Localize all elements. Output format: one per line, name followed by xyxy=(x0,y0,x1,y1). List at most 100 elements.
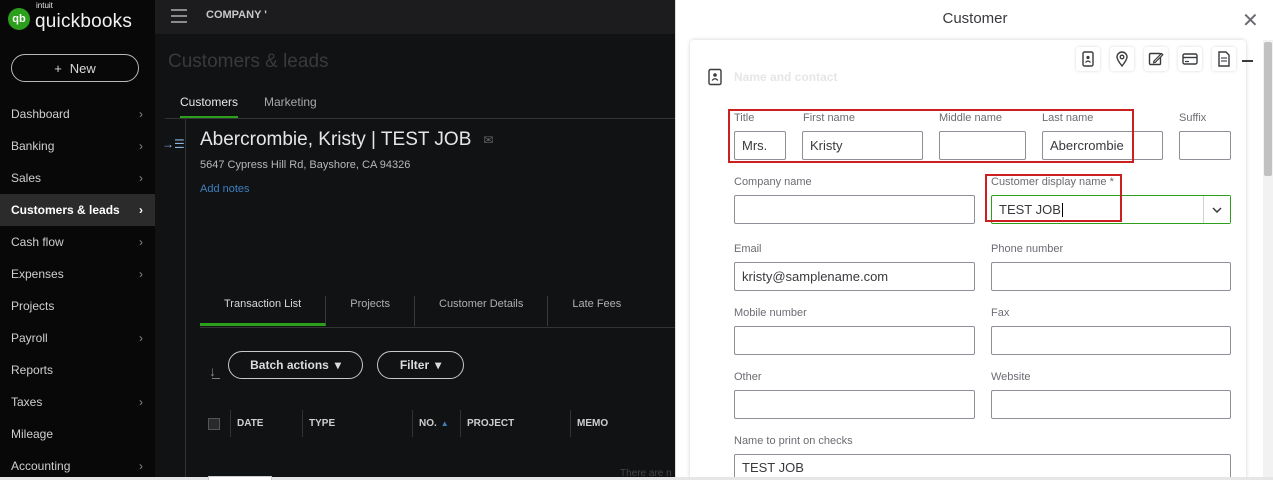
edit-note-icon[interactable] xyxy=(1144,47,1168,71)
column-memo[interactable]: MEMO xyxy=(570,410,670,437)
nav-item-label: Banking xyxy=(11,139,55,153)
expand-list-icon[interactable]: →☰ xyxy=(162,137,185,151)
nav-item-mileage[interactable]: Mileage xyxy=(0,418,155,450)
first-name-field[interactable]: Kristy xyxy=(802,131,923,160)
logo-intuit-text: intuit xyxy=(36,1,53,10)
nav-item-label: Sales xyxy=(11,171,42,185)
last-name-field[interactable]: Abercrombie xyxy=(1042,131,1163,160)
nav-item-label: Customers & leads xyxy=(11,203,120,217)
title-field[interactable]: Mrs. xyxy=(734,131,786,160)
nav-item-label: Projects xyxy=(11,299,55,313)
card-toolbar xyxy=(1076,47,1236,71)
suffix-label: Suffix xyxy=(1179,112,1207,124)
email-label: Email xyxy=(734,243,762,255)
scrollbar-thumb[interactable] xyxy=(1264,42,1272,176)
nav-item-customers-leads[interactable]: Customers & leads › xyxy=(0,194,155,226)
chevron-down-icon: ▾ xyxy=(435,358,442,372)
sort-arrow-icon[interactable]: ↓̲ xyxy=(209,363,216,379)
phone-field[interactable] xyxy=(991,262,1231,291)
company-name-label: Company name xyxy=(734,176,812,188)
tabs-divider xyxy=(165,118,675,119)
text-cursor xyxy=(1061,202,1063,217)
chevron-right-icon: › xyxy=(139,267,143,281)
bottom-tab xyxy=(208,476,272,480)
nav-item-expenses[interactable]: Expenses › xyxy=(0,258,155,290)
chevron-down-icon: ▾ xyxy=(334,358,341,372)
sort-ascending-icon: ▲ xyxy=(440,419,449,428)
suffix-field[interactable] xyxy=(1179,131,1231,160)
customer-detail-tabs: Transaction List Projects Customer Detai… xyxy=(200,296,645,326)
quickbooks-logo[interactable]: qb intuit quickbooks xyxy=(8,1,133,33)
display-name-field[interactable]: TEST JOB xyxy=(991,195,1231,224)
nav-item-dashboard[interactable]: Dashboard › xyxy=(0,98,155,130)
other-field[interactable] xyxy=(734,390,975,419)
website-field[interactable] xyxy=(991,390,1231,419)
chevron-right-icon: › xyxy=(139,203,143,217)
phone-label: Phone number xyxy=(991,243,1064,255)
document-icon[interactable] xyxy=(1212,47,1236,71)
tab-customers[interactable]: Customers xyxy=(180,95,239,118)
contact-card-icon xyxy=(707,68,723,86)
mobile-field[interactable] xyxy=(734,326,975,355)
nav-item-reports[interactable]: Reports xyxy=(0,354,155,386)
customer-address: 5647 Cypress Hill Rd, Bayshore, CA 94326 xyxy=(200,159,411,171)
logo-quickbooks-text: quickbooks xyxy=(35,11,133,32)
chevron-right-icon: › xyxy=(139,171,143,185)
column-date[interactable]: DATE xyxy=(230,410,302,437)
tab-transaction-list[interactable]: Transaction List xyxy=(200,296,327,326)
nav-item-sales[interactable]: Sales › xyxy=(0,162,155,194)
nav-item-label: Expenses xyxy=(11,267,64,281)
first-name-label: First name xyxy=(803,112,855,124)
fax-label: Fax xyxy=(991,307,1010,319)
tab-marketing[interactable]: Marketing xyxy=(264,95,317,118)
new-button[interactable]: + New xyxy=(11,54,139,82)
nav-item-taxes[interactable]: Taxes › xyxy=(0,386,155,418)
display-name-dropdown[interactable] xyxy=(1203,196,1230,223)
tab-late-fees[interactable]: Late Fees xyxy=(548,296,645,326)
batch-actions-button[interactable]: Batch actions ▾ xyxy=(228,351,363,379)
column-project[interactable]: PROJECT xyxy=(460,410,570,437)
chevron-right-icon: › xyxy=(139,331,143,345)
filter-label: Filter xyxy=(399,358,430,372)
fax-field[interactable] xyxy=(991,326,1231,355)
chevron-down-icon xyxy=(1212,206,1222,213)
customer-panel: Customer ✕ Name and contact Title Mrs. F… xyxy=(675,0,1273,480)
collapse-icon[interactable] xyxy=(1242,60,1253,62)
qb-badge-icon: qb xyxy=(8,8,30,30)
hamburger-menu-icon[interactable] xyxy=(171,9,187,23)
left-navigation: qb intuit quickbooks + New Dashboard › Ban… xyxy=(0,0,155,480)
company-name-field[interactable] xyxy=(734,195,975,224)
column-no[interactable]: NO. ▲ xyxy=(412,410,460,437)
mail-icon[interactable]: ✉ xyxy=(483,133,493,147)
customer-name-heading: Abercrombie, Kristy | TEST JOB ✉ xyxy=(200,129,493,151)
middle-name-field[interactable] xyxy=(939,131,1026,160)
nav-item-label: Taxes xyxy=(11,395,43,409)
nav-item-label: Reports xyxy=(11,363,54,377)
email-field[interactable]: kristy@samplename.com xyxy=(734,262,975,291)
tab-projects[interactable]: Projects xyxy=(326,296,415,326)
chevron-right-icon: › xyxy=(139,459,143,473)
nav-list: Dashboard › Banking › Sales › Customers & lead… xyxy=(0,98,155,480)
company-name[interactable]: COMPANY ' xyxy=(206,9,267,21)
nav-item-label: Accounting xyxy=(11,459,71,473)
payment-card-icon[interactable] xyxy=(1178,47,1202,71)
column-type[interactable]: TYPE xyxy=(302,410,412,437)
filter-button[interactable]: Filter ▾ xyxy=(377,351,464,379)
top-bar: COMPANY ' xyxy=(155,0,675,34)
select-all-checkbox[interactable] xyxy=(208,417,220,430)
nav-item-payroll[interactable]: Payroll › xyxy=(0,322,155,354)
title-label: Title xyxy=(734,112,755,124)
close-icon[interactable]: ✕ xyxy=(1242,8,1259,33)
nav-item-projects[interactable]: Projects xyxy=(0,290,155,322)
location-pin-icon[interactable] xyxy=(1110,47,1134,71)
add-notes-link[interactable]: Add notes xyxy=(200,183,250,195)
nav-item-cash-flow[interactable]: Cash flow › xyxy=(0,226,155,258)
panel-scrollbar[interactable] xyxy=(1263,40,1273,480)
contact-book-icon[interactable] xyxy=(1076,47,1100,71)
tab-customer-details[interactable]: Customer Details xyxy=(415,296,549,326)
nav-item-accounting[interactable]: Accounting › xyxy=(0,450,155,480)
plus-icon: + xyxy=(54,60,62,76)
nav-item-banking[interactable]: Banking › xyxy=(0,130,155,162)
new-button-label: New xyxy=(69,60,96,76)
chevron-right-icon: › xyxy=(139,107,143,121)
